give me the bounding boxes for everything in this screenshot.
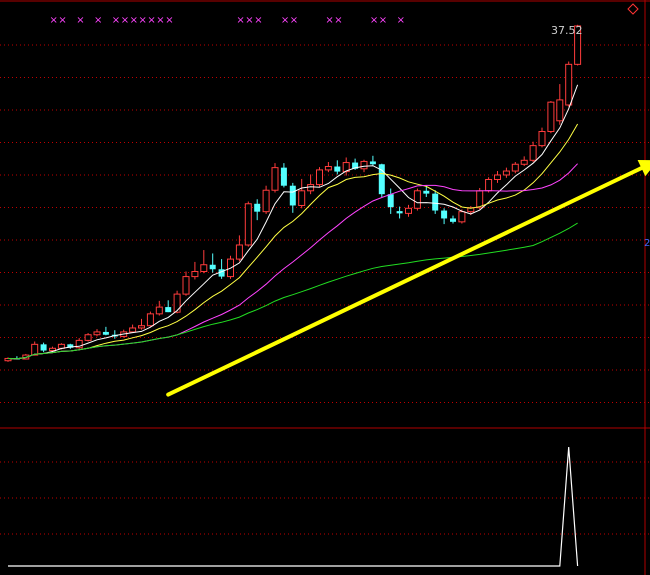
- candle-body-up: [271, 167, 279, 191]
- candle-body-up: [93, 331, 101, 336]
- candle-body-up: [84, 334, 92, 341]
- candle-body-up: [405, 207, 412, 214]
- signal-marker: ×: [130, 15, 138, 26]
- trend-arrow: [166, 159, 650, 397]
- candle-body-down: [254, 203, 261, 212]
- candle-body-down: [369, 161, 376, 165]
- candle-body-up: [155, 306, 163, 315]
- candle-body-up: [182, 276, 190, 295]
- signal-marker: ×: [156, 15, 164, 26]
- candle-body-down: [102, 331, 109, 335]
- indicator-line: [8, 446, 579, 567]
- candle-body-down: [334, 166, 341, 172]
- signal-marker: ×: [397, 15, 405, 26]
- signal-marker: ×: [236, 15, 244, 26]
- signal-marker: ×: [254, 15, 262, 26]
- signal-marker: ×: [94, 15, 102, 26]
- candle-body-up: [520, 159, 528, 165]
- candle-body-down: [450, 218, 456, 222]
- signal-marker: ×: [325, 15, 333, 26]
- candle-body-up: [200, 264, 208, 273]
- candle-body-up: [476, 190, 484, 209]
- candle-body-up: [502, 170, 510, 176]
- candle-body-up: [565, 63, 573, 106]
- candle-body-down: [165, 307, 172, 313]
- candlesticks: [4, 24, 582, 362]
- signal-marker: ×: [121, 15, 129, 26]
- candle-body-down: [423, 190, 430, 194]
- signal-marker: ×: [379, 15, 387, 26]
- candle-body-up: [316, 169, 323, 186]
- signal-marker: ×: [281, 15, 289, 26]
- candle-body-up: [485, 179, 493, 192]
- candle-body-down: [40, 344, 47, 351]
- candle-body-up: [538, 131, 546, 147]
- candle-body-down: [387, 194, 394, 208]
- candle-body-up: [235, 244, 243, 260]
- signal-marker: ×: [58, 15, 66, 26]
- signal-markers: × × × × × × × × × × × × × × × × × × × × ×: [50, 15, 405, 26]
- candle-body-up: [138, 325, 145, 329]
- signal-marker: ×: [139, 15, 147, 26]
- indicator-pane: [8, 446, 579, 567]
- candle-body-up: [547, 101, 555, 133]
- signal-marker: ×: [370, 15, 378, 26]
- candle-body-down: [209, 264, 216, 270]
- ma-line-60: [7, 222, 578, 360]
- candle-body-up: [146, 313, 154, 327]
- moving-averages: [7, 84, 579, 360]
- signal-marker: ×: [290, 15, 298, 26]
- candle-body-up: [298, 190, 306, 206]
- signal-marker: ×: [147, 15, 155, 26]
- candle-body-up: [173, 293, 181, 313]
- candle-body-down: [441, 210, 448, 219]
- candle-body-up: [413, 190, 421, 209]
- candle-body-up: [49, 347, 56, 352]
- candle-body-down: [280, 167, 287, 186]
- trend-arrow-shaft: [166, 166, 644, 397]
- candle-body-up: [494, 174, 501, 181]
- edge-label: 2: [644, 238, 650, 249]
- candle-body-down: [432, 193, 439, 211]
- candle-body-up: [556, 99, 564, 122]
- candle-body-down: [289, 185, 296, 206]
- signal-marker: ×: [50, 15, 58, 26]
- stock-chart: × × × × × × × × × × × × × × × × × × × × × 37.52 2: [0, 0, 650, 575]
- signal-marker: ×: [112, 15, 120, 26]
- last-price-label: 37.52: [551, 24, 583, 37]
- signal-marker: ×: [76, 15, 84, 26]
- candle-body-up: [360, 160, 368, 170]
- candle-body-up: [262, 189, 270, 213]
- candle-body-down: [396, 211, 403, 214]
- candle-body-up: [511, 163, 519, 172]
- candle-body-up: [191, 271, 199, 278]
- candle-body-up: [529, 145, 537, 161]
- candle-body-up: [324, 166, 332, 171]
- candle-body-up: [458, 211, 466, 223]
- signal-marker: ×: [334, 15, 342, 26]
- candle-body-up: [244, 203, 252, 246]
- candle-body-up: [307, 184, 315, 192]
- candle-body-up: [31, 343, 39, 356]
- signal-marker: ×: [165, 15, 173, 26]
- candle-body-up: [129, 327, 137, 333]
- diamond-icon[interactable]: [627, 3, 639, 15]
- signal-marker: ×: [245, 15, 253, 26]
- price-grid: [0, 0, 650, 575]
